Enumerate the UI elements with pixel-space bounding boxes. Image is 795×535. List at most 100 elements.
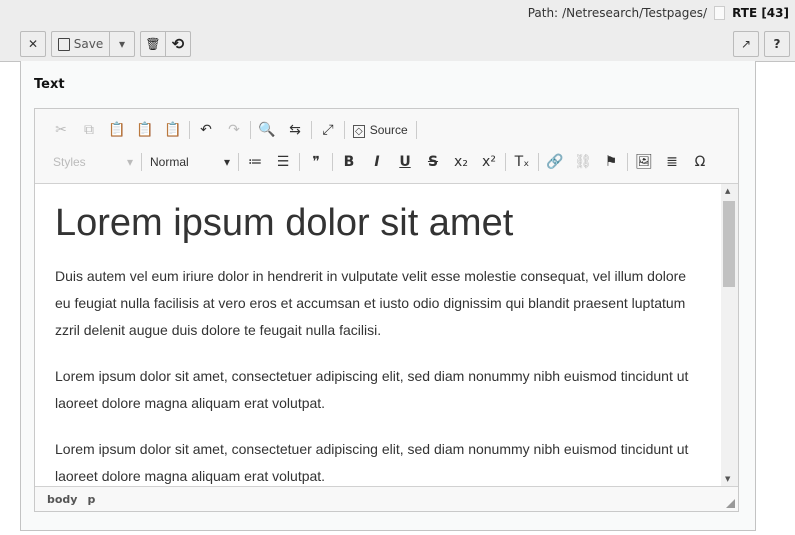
help-button[interactable]: ? (764, 31, 790, 57)
scrollbar[interactable]: ▲ ▼ (721, 184, 738, 486)
unlink-icon: ⛓ (574, 154, 592, 170)
undo-icon: ↶ (200, 122, 212, 138)
blockquote-button[interactable]: ❞ (302, 154, 330, 170)
horizontal-rule-icon: ≣ (666, 154, 678, 170)
toolbar-separator (627, 153, 628, 171)
scroll-up-icon[interactable]: ▲ (725, 187, 730, 195)
blockquote-icon: ❞ (312, 154, 320, 170)
breadcrumb: Path: /Netresearch/Testpages/ RTE [43] (527, 6, 789, 20)
anchor-button[interactable]: ⚑ (597, 154, 625, 170)
find-icon: 🔍 (258, 122, 276, 138)
content-heading: Lorem ipsum dolor sit amet (55, 202, 514, 244)
trash-icon: 🗑 (145, 37, 161, 51)
elements-path: body p (35, 486, 738, 511)
bulleted-list-button[interactable]: ☰ (269, 154, 297, 170)
resize-grip-icon[interactable] (726, 499, 735, 508)
chevron-down-icon: ▾ (118, 37, 126, 51)
paste-text-icon: 📋 (136, 122, 154, 138)
field-label: Text (34, 77, 65, 92)
superscript-icon: x² (482, 154, 496, 170)
redo-icon: ↷ (228, 122, 240, 138)
toolbar-separator (299, 153, 300, 171)
toolbar-separator (415, 121, 417, 139)
horizontal-rule-button[interactable]: ≣ (658, 154, 686, 170)
top-bar: Path: /Netresearch/Testpages/ RTE [43] ✕… (0, 0, 795, 62)
external-link-icon: ↗ (740, 37, 752, 51)
toolbar-separator (238, 153, 239, 171)
remove-format-button[interactable]: Tₓ (508, 154, 536, 170)
maximize-icon: ⤢ (322, 122, 334, 138)
save-group: Save ▾ (51, 31, 135, 57)
find-button[interactable]: 🔍 (253, 122, 281, 138)
delete-button[interactable]: 🗑 (141, 32, 166, 56)
bold-icon: B (343, 154, 355, 170)
scrollbar-thumb[interactable] (723, 201, 735, 287)
toolbar-separator (538, 153, 539, 171)
link-icon: 🔗 (546, 154, 564, 170)
maximize-button[interactable]: ⤢ (314, 122, 342, 138)
paste-word-button[interactable]: 📋 (159, 122, 187, 138)
content-paragraph: Duis autem vel eum iriure dolor in hendr… (55, 268, 687, 338)
styles-dropdown[interactable]: Styles ▾ (47, 155, 139, 169)
path-body[interactable]: body (47, 493, 77, 506)
save-dropdown-button[interactable]: ▾ (110, 32, 134, 56)
help-icon: ? (773, 37, 781, 51)
toolbar-separator (505, 153, 506, 171)
scroll-down-icon[interactable]: ▼ (725, 475, 730, 483)
toolbar-separator (250, 121, 251, 139)
strikethrough-icon: S (427, 154, 439, 170)
close-button[interactable]: ✕ (20, 31, 46, 57)
toolbar-separator (332, 153, 333, 171)
page-icon (714, 6, 726, 20)
source-button[interactable]: ◇ Source (347, 123, 414, 138)
paste-text-button[interactable]: 📋 (131, 122, 159, 138)
numbered-list-button[interactable]: ≔ (241, 154, 269, 170)
rich-text-editor: ✂ ⧉ 📋 📋 📋 ↶ ↷ 🔍 ⇆ ⤢ ◇ Source Styles ▾ Normal ▾ ≔ ☰ ❞ B I U Sx… (34, 108, 739, 512)
save-button[interactable]: Save (52, 32, 110, 56)
remove-format-icon: Tₓ (514, 154, 530, 170)
editor-content[interactable]: Lorem ipsum dolor sit amet Duis autem ve… (35, 184, 721, 486)
toolbar-separator (141, 153, 142, 171)
numbered-list-icon: ≔ (248, 154, 262, 170)
italic-button[interactable]: I (363, 154, 391, 170)
cut-button[interactable]: ✂ (47, 122, 75, 138)
form-panel: Text ✂ ⧉ 📋 📋 📋 ↶ ↷ 🔍 ⇆ ⤢ ◇ Source Styles ▾ Normal ▾ ≔ ☰ ❞… (20, 61, 756, 531)
strikethrough-button[interactable]: S (419, 154, 447, 170)
history-button[interactable]: ⟲ (166, 32, 190, 56)
link-button[interactable]: 🔗 (541, 154, 569, 170)
replace-icon: ⇆ (289, 122, 301, 138)
paste-icon: 📋 (108, 122, 126, 138)
actions-group: 🗑 ⟲ (140, 31, 191, 57)
image-button[interactable]: 🖼 (630, 154, 658, 170)
content-paragraph: Lorem ipsum dolor sit amet, consectetuer… (55, 441, 689, 484)
source-icon: ◇ (353, 125, 365, 138)
copy-button[interactable]: ⧉ (75, 122, 103, 138)
bold-button[interactable]: B (335, 154, 363, 170)
underline-button[interactable]: U (391, 154, 419, 170)
redo-button[interactable]: ↷ (220, 122, 248, 138)
chevron-down-icon: ▾ (126, 155, 133, 169)
format-dropdown[interactable]: Normal ▾ (144, 155, 236, 169)
editor-toolbar: ✂ ⧉ 📋 📋 📋 ↶ ↷ 🔍 ⇆ ⤢ ◇ Source Styles ▾ Normal ▾ ≔ ☰ ❞ B I U Sx… (35, 109, 738, 184)
open-new-window-button[interactable]: ↗ (733, 31, 759, 57)
subscript-icon: x₂ (454, 154, 468, 170)
path-p[interactable]: p (87, 493, 95, 506)
special-char-button[interactable]: Ω (686, 154, 714, 170)
replace-button[interactable]: ⇆ (281, 122, 309, 138)
superscript-button[interactable]: x² (475, 154, 503, 170)
toolbar-separator (344, 121, 345, 139)
anchor-icon: ⚑ (604, 154, 618, 170)
toolbar-separator (311, 121, 312, 139)
subscript-button[interactable]: x₂ (447, 154, 475, 170)
image-icon: 🖼 (635, 154, 653, 170)
special-char-icon: Ω (694, 154, 706, 170)
italic-icon: I (374, 154, 380, 170)
undo-button[interactable]: ↶ (192, 122, 220, 138)
unlink-button[interactable]: ⛓ (569, 154, 597, 170)
toolbar-separator (189, 121, 190, 139)
paste-word-icon: 📋 (164, 122, 182, 138)
content-paragraph: Lorem ipsum dolor sit amet, consectetuer… (55, 368, 689, 411)
paste-button[interactable]: 📋 (103, 122, 131, 138)
bulleted-list-icon: ☰ (276, 154, 290, 170)
copy-icon: ⧉ (84, 122, 94, 138)
